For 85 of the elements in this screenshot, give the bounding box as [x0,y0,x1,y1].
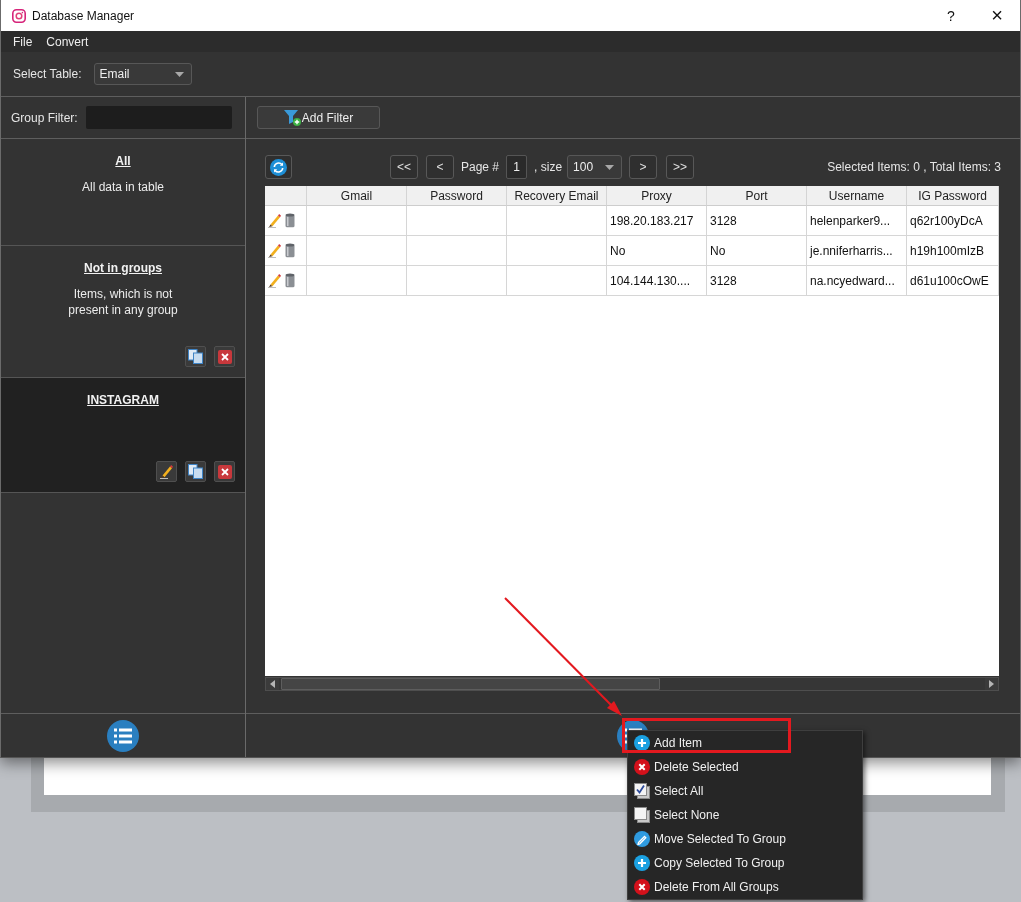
close-button[interactable]: × [974,0,1020,31]
group-card[interactable]: All All data in table [1,139,245,246]
copy-button[interactable] [185,346,206,367]
menu-item[interactable]: File [7,34,39,49]
caret-icon [605,164,615,170]
column-header[interactable]: Recovery Email [507,186,607,206]
trash-icon[interactable] [285,243,295,258]
camera-icon [12,8,26,23]
table-cell: 198.20.183.217 [607,206,707,236]
menu-item[interactable]: Copy Selected To Group [628,851,862,875]
scrollbar-thumb[interactable] [281,678,660,690]
table-cell: No [707,236,807,266]
table-cell: je.nniferharris... [807,236,907,266]
cross-circle-icon [634,759,650,775]
add-filter-button[interactable]: Add Filter [257,106,380,129]
group-description: Items, which is not present in any group [68,286,178,318]
column-header[interactable]: Proxy [607,186,707,206]
size-label: , size [534,160,563,174]
trash-icon[interactable] [285,213,295,228]
group-title: Not in groups [84,261,162,275]
pencil-circle-icon [634,831,650,847]
menu-item[interactable]: Convert [40,34,95,49]
checked-boxes-icon [634,783,650,799]
table-cell: helenparker9... [807,206,907,236]
refresh-button[interactable] [265,155,292,179]
table-dropdown[interactable]: Email [93,63,192,85]
table-label: Select Table: [13,67,82,81]
group-card[interactable]: Not in groups Items, which is not present in any group [1,246,245,378]
first-page-button[interactable]: << [390,155,418,179]
menu-item[interactable]: Delete From All Groups [628,875,862,899]
next-page-button[interactable]: > [629,155,658,179]
table-cell: 3128 [707,206,807,236]
right-arrow-icon[interactable] [989,680,994,688]
menu-item[interactable]: Select All [628,779,862,803]
page-label: Page # [461,160,500,174]
page-size-dropdown[interactable]: 100 [567,155,623,179]
copy-button[interactable] [185,461,206,482]
previous-page-button[interactable]: < [426,155,454,179]
pencil-icon[interactable] [268,213,281,228]
table-cell: h19h100mIzB [907,236,999,266]
delete-icon [217,349,232,364]
edit-button[interactable] [156,461,177,482]
window-title: Database Manager [32,8,135,23]
last-page-button[interactable]: >> [666,155,695,179]
left-arrow-icon[interactable] [270,680,275,688]
trash-icon[interactable] [285,273,295,288]
cross-circle-icon [634,879,650,895]
group-description: All data in table [81,179,165,195]
selection-summary: Selected Items: 0 , Total Items: 3 [827,160,1001,174]
table-cell: d61u100cOwE [907,266,999,296]
menu-item[interactable]: Move Selected To Group [628,827,862,851]
column-header[interactable]: Port [707,186,807,206]
filter-icon [283,109,301,126]
group-title: INSTAGRAM [87,393,159,407]
column-header[interactable]: Username [807,186,907,206]
table-cell: na.ncyedward... [807,266,907,296]
table-cell: 104.144.130.... [607,266,707,296]
delete-button[interactable] [214,346,235,367]
copy-icon [188,464,203,479]
pencil-icon[interactable] [268,273,281,288]
table-cell: No [607,236,707,266]
group-card[interactable]: INSTAGRAM [1,378,245,493]
delete-button[interactable] [214,461,235,482]
column-header[interactable]: Password [407,186,507,206]
table-cell: q62r100yDcA [907,206,999,236]
menu-item[interactable]: Delete Selected [628,755,862,779]
empty-boxes-icon [634,807,650,823]
refresh-icon [270,158,287,176]
delete-icon [217,464,232,479]
column-header[interactable]: IG Password [907,186,999,206]
list-icon[interactable] [107,719,139,752]
column-header[interactable]: Gmail [307,186,407,206]
menu-item[interactable]: Add Item [628,731,862,755]
plus-circle-icon [634,735,650,751]
help-button[interactable]: ? [928,0,974,31]
group-filter-label: Group Filter: [11,110,78,125]
table-cell: 3128 [707,266,807,296]
page-field[interactable]: 1 [506,155,528,179]
plus-circle-icon [634,855,650,871]
menu-item[interactable]: Select None [628,803,862,827]
pencil-icon [160,464,173,479]
copy-icon [188,349,203,364]
caret-icon [174,71,184,77]
group-title: All [115,154,131,168]
pencil-icon[interactable] [268,243,281,258]
